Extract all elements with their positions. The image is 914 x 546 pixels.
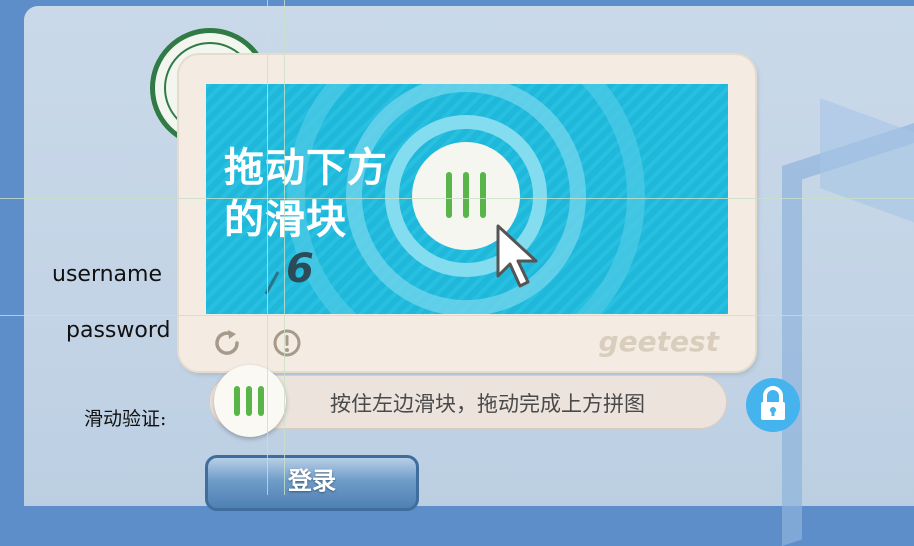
lock-icon [761,386,785,420]
refresh-icon[interactable] [211,327,243,359]
guide-line [284,0,285,495]
slider-track[interactable]: 按住左边滑块，拖动完成上方拼图 [209,375,727,429]
slider-hint: 按住左边滑块，拖动完成上方拼图 [330,392,645,416]
username-label: username [52,262,162,287]
lock-button[interactable] [746,378,800,432]
login-button[interactable]: 登录 [205,455,419,511]
drag-bars-icon [234,386,266,416]
captcha-popup: 拖动下方 的滑块 6 geetest [179,55,755,371]
geetest-logo: geetest [598,325,719,358]
slider-verify-label: 滑动验证: [84,408,167,430]
guide-line [0,315,914,316]
captcha-digit: 6 [286,246,314,292]
password-label: password [66,318,171,343]
guide-line [0,198,914,199]
slider-knob[interactable] [214,365,286,437]
captcha-instruction-text: 拖动下方 的滑块 [224,145,388,243]
cursor-icon [496,224,538,288]
guide-line [267,0,268,495]
info-icon[interactable] [271,327,303,359]
